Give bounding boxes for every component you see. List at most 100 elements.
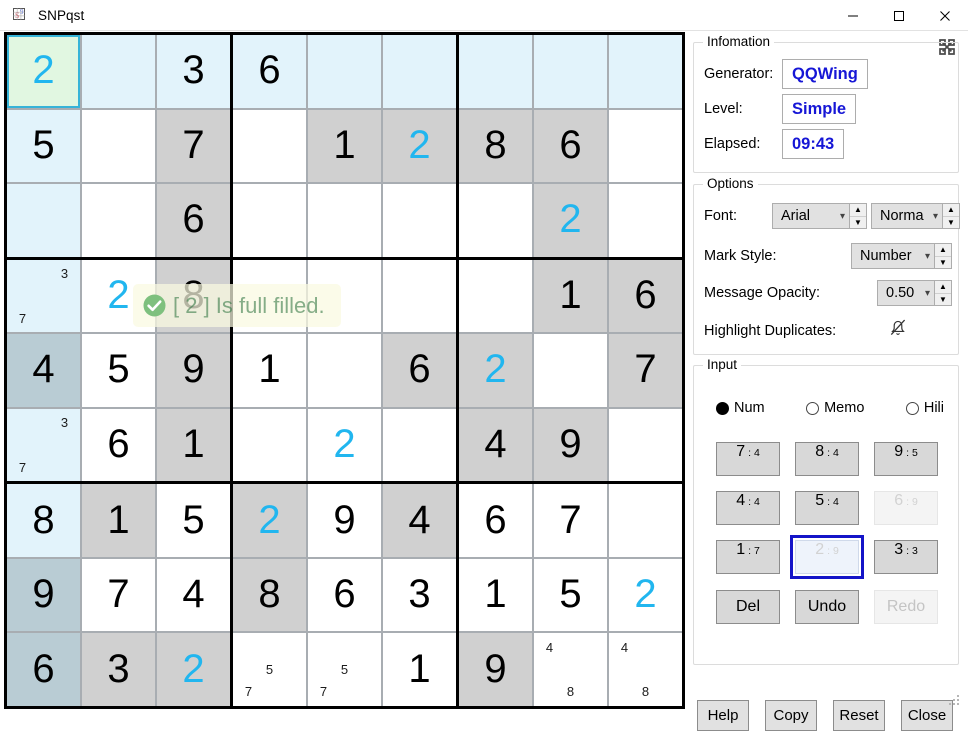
digit-button-1[interactable]: 1: 7 [716, 540, 780, 574]
sudoku-cell-r7c3[interactable]: 5 [157, 484, 230, 557]
sudoku-cell-r8c9[interactable]: 2 [609, 558, 682, 632]
spinner-up-icon[interactable]: ▲ [935, 244, 951, 257]
sudoku-cell-r2c8[interactable]: 6 [534, 109, 607, 183]
sudoku-cell-r4c4[interactable] [233, 259, 306, 333]
sudoku-cell-r3c4[interactable] [233, 184, 306, 257]
sudoku-cell-r3c1[interactable] [7, 184, 80, 257]
sudoku-cell-r1c6[interactable] [383, 35, 456, 108]
sudoku-cell-r8c3[interactable]: 4 [157, 558, 230, 632]
close-button[interactable]: Close [901, 700, 953, 731]
sudoku-cell-r6c4[interactable] [233, 408, 306, 482]
sudoku-cell-r2c1[interactable]: 5 [7, 109, 80, 183]
sudoku-cell-r1c5[interactable] [308, 35, 381, 108]
sudoku-cell-r4c8[interactable]: 1 [534, 259, 607, 333]
sudoku-cell-r1c3[interactable]: 3 [157, 35, 230, 108]
font-style-select[interactable]: Norma ▾ [871, 203, 943, 229]
spinner-down-icon[interactable]: ▼ [850, 217, 866, 229]
sudoku-cell-r8c1[interactable]: 9 [7, 558, 80, 632]
sudoku-cell-r6c9[interactable] [609, 408, 682, 482]
sudoku-cell-r3c8[interactable]: 2 [534, 184, 607, 257]
sudoku-cell-r1c1[interactable]: 2 [7, 35, 80, 108]
sudoku-cell-r6c2[interactable]: 6 [82, 408, 155, 482]
sudoku-cell-r4c7[interactable] [459, 259, 532, 333]
sudoku-cell-r5c2[interactable]: 5 [82, 334, 155, 407]
sudoku-cell-r7c7[interactable]: 6 [459, 484, 532, 557]
sudoku-cell-r4c1[interactable]: 37 [7, 259, 80, 333]
sudoku-cell-r5c5[interactable] [308, 334, 381, 407]
sudoku-cell-r6c3[interactable]: 1 [157, 408, 230, 482]
spinner-down-icon[interactable]: ▼ [943, 217, 959, 229]
sudoku-cell-r1c9[interactable] [609, 35, 682, 108]
help-button[interactable]: Help [697, 700, 749, 731]
sudoku-cell-r5c8[interactable] [534, 334, 607, 407]
maximize-button[interactable] [876, 0, 922, 31]
sudoku-cell-r3c9[interactable] [609, 184, 682, 257]
sudoku-cell-r5c3[interactable]: 9 [157, 334, 230, 407]
sudoku-cell-r5c4[interactable]: 1 [233, 334, 306, 407]
sudoku-cell-r2c6[interactable]: 2 [383, 109, 456, 183]
copy-button[interactable]: Copy [765, 700, 817, 731]
sudoku-cell-r9c3[interactable]: 2 [157, 633, 230, 706]
digit-button-4[interactable]: 4: 4 [716, 491, 780, 525]
sudoku-cell-r8c5[interactable]: 6 [308, 558, 381, 632]
sudoku-cell-r4c2[interactable]: 2 [82, 259, 155, 333]
sudoku-cell-r4c3[interactable]: 8 [157, 259, 230, 333]
sudoku-cell-r6c1[interactable]: 37 [7, 408, 80, 482]
sudoku-cell-r8c4[interactable]: 8 [233, 558, 306, 632]
mark-style-spinner[interactable]: ▲ ▼ [935, 243, 952, 269]
sudoku-cell-r7c6[interactable]: 4 [383, 484, 456, 557]
sudoku-cell-r9c2[interactable]: 3 [82, 633, 155, 706]
sudoku-cell-r3c2[interactable] [82, 184, 155, 257]
sudoku-cell-r4c9[interactable]: 6 [609, 259, 682, 333]
sudoku-cell-r5c7[interactable]: 2 [459, 334, 532, 407]
spinner-up-icon[interactable]: ▲ [935, 281, 951, 294]
sudoku-cell-r3c5[interactable] [308, 184, 381, 257]
sudoku-cell-r1c8[interactable] [534, 35, 607, 108]
sudoku-cell-r2c5[interactable]: 1 [308, 109, 381, 183]
close-button[interactable] [922, 0, 968, 31]
undo-button[interactable]: Undo [795, 590, 859, 624]
sudoku-cell-r9c7[interactable]: 9 [459, 633, 532, 706]
sudoku-cell-r8c2[interactable]: 7 [82, 558, 155, 632]
digit-button-8[interactable]: 8: 4 [795, 442, 859, 476]
sudoku-cell-r7c8[interactable]: 7 [534, 484, 607, 557]
sudoku-cell-r6c5[interactable]: 2 [308, 408, 381, 482]
sudoku-cell-r2c2[interactable] [82, 109, 155, 183]
reset-button[interactable]: Reset [833, 700, 885, 731]
sudoku-cell-r9c1[interactable]: 6 [7, 633, 80, 706]
sudoku-cell-r3c7[interactable] [459, 184, 532, 257]
spinner-down-icon[interactable]: ▼ [935, 294, 951, 306]
sudoku-cell-r9c8[interactable]: 48 [534, 633, 607, 706]
sudoku-cell-r1c7[interactable] [459, 35, 532, 108]
digit-button-3[interactable]: 3: 3 [874, 540, 938, 574]
sudoku-cell-r3c6[interactable] [383, 184, 456, 257]
sudoku-cell-r4c5[interactable] [308, 259, 381, 333]
digit-button-7[interactable]: 7: 4 [716, 442, 780, 476]
sudoku-cell-r7c9[interactable] [609, 484, 682, 557]
sudoku-cell-r9c6[interactable]: 1 [383, 633, 456, 706]
sudoku-cell-r1c4[interactable]: 6 [233, 35, 306, 108]
sudoku-cell-r4c6[interactable] [383, 259, 456, 333]
font-family-select[interactable]: Arial ▾ [772, 203, 850, 229]
sudoku-cell-r6c8[interactable]: 9 [534, 408, 607, 482]
sudoku-cell-r8c6[interactable]: 3 [383, 558, 456, 632]
resize-grip[interactable] [948, 694, 961, 707]
sudoku-cell-r1c2[interactable] [82, 35, 155, 108]
sudoku-cell-r5c1[interactable]: 4 [7, 334, 80, 407]
sudoku-cell-r3c3[interactable]: 6 [157, 184, 230, 257]
font-family-spinner[interactable]: ▲ ▼ [850, 203, 867, 229]
sudoku-cell-r2c9[interactable] [609, 109, 682, 183]
digit-button-5[interactable]: 5: 4 [795, 491, 859, 525]
mark-style-select[interactable]: Number ▾ [851, 243, 935, 269]
sudoku-cell-r2c7[interactable]: 8 [459, 109, 532, 183]
sudoku-cell-r5c6[interactable]: 6 [383, 334, 456, 407]
sudoku-cell-r6c7[interactable]: 4 [459, 408, 532, 482]
del-button[interactable]: Del [716, 590, 780, 624]
minimize-button[interactable] [830, 0, 876, 31]
digit-button-9[interactable]: 9: 5 [874, 442, 938, 476]
sudoku-cell-r7c5[interactable]: 9 [308, 484, 381, 557]
sudoku-board[interactable]: 2357661286237284593761162162749815974632… [4, 32, 685, 709]
sudoku-cell-r6c6[interactable] [383, 408, 456, 482]
sudoku-cell-r9c5[interactable]: 57 [308, 633, 381, 706]
sudoku-cell-r8c8[interactable]: 5 [534, 558, 607, 632]
